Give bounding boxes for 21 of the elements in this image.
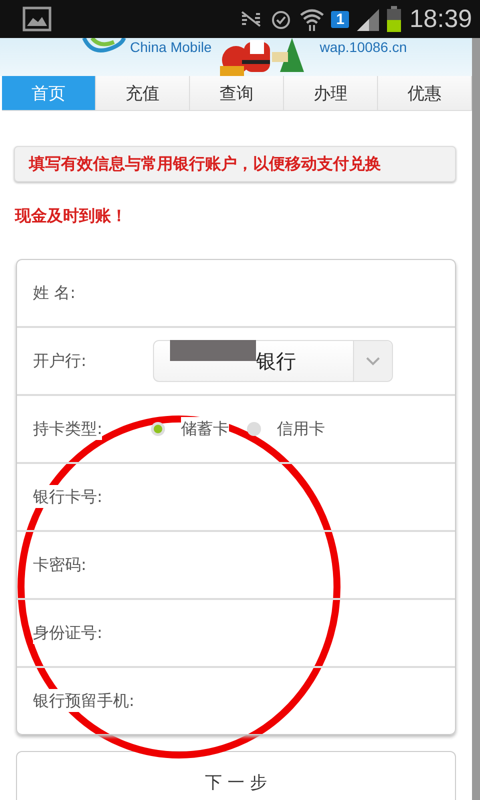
nav-tab[interactable]: 办理 xyxy=(284,76,378,110)
signal-icon xyxy=(355,7,382,31)
caret-icon xyxy=(365,356,381,366)
bank-select[interactable]: 银行 xyxy=(153,340,393,382)
clock-time: 18:39 xyxy=(409,4,472,34)
brand-name: China Mobile xyxy=(130,39,212,55)
nav-tab[interactable]: 优惠 xyxy=(378,76,472,110)
nav-tab[interactable]: 充值 xyxy=(96,76,190,110)
sim-badge: 1 xyxy=(331,10,350,28)
radio-button[interactable] xyxy=(151,422,165,436)
radio-button[interactable] xyxy=(247,422,261,436)
notice-text: 现金及时到账！ xyxy=(15,206,128,227)
notice-text: 填写有效信息与常用银行账户，以便移动支付兑换 xyxy=(29,154,381,174)
nav-tab[interactable]: 查询 xyxy=(190,76,284,110)
site-url: wap.10086.cn xyxy=(320,39,407,55)
select-value: 银行 xyxy=(256,348,296,374)
field-label: 银行卡号: xyxy=(33,484,102,508)
battery-icon xyxy=(387,6,402,32)
wifi-icon xyxy=(299,7,326,31)
image-icon xyxy=(22,6,52,32)
field-label: 银行预留手机: xyxy=(33,688,134,712)
